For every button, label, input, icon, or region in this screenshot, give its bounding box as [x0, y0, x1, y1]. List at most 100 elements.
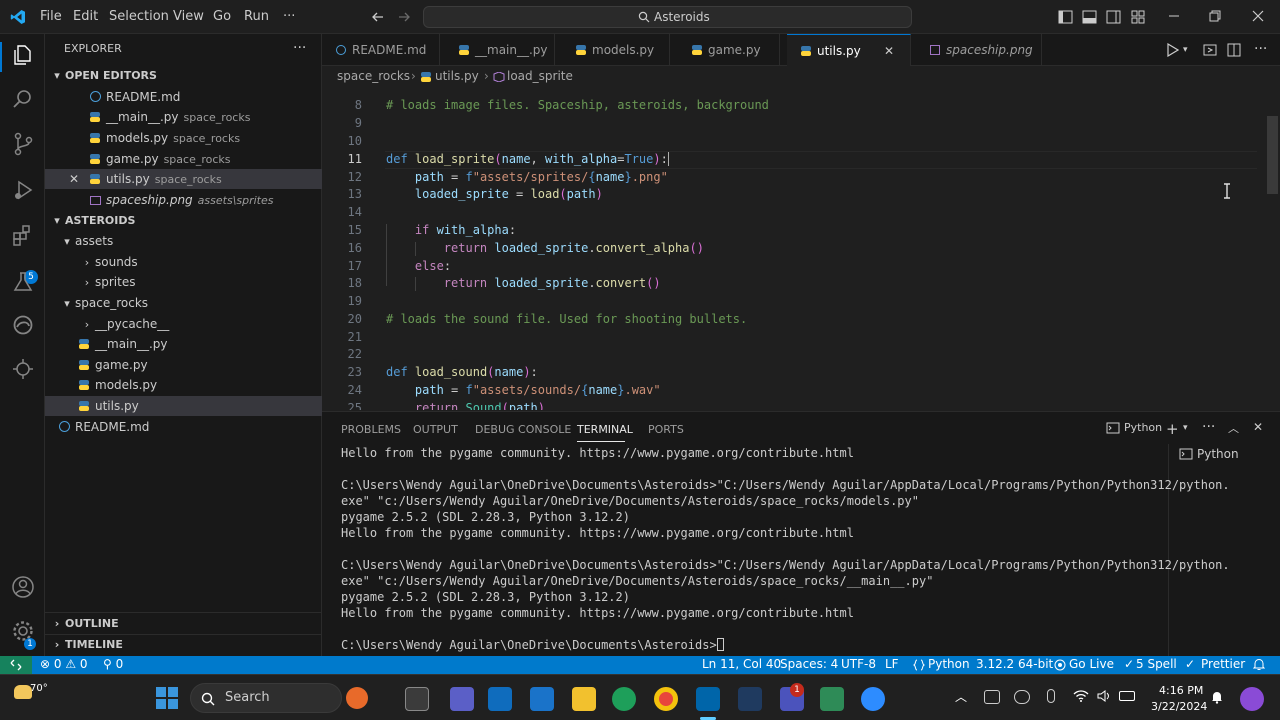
terminal-app-icon[interactable] — [738, 687, 762, 711]
terminal-shell-label[interactable]: Python — [1124, 421, 1162, 434]
command-center-search[interactable]: Asteroids — [423, 6, 912, 28]
toggle-panel-icon[interactable] — [1082, 10, 1097, 24]
task-view-icon[interactable] — [405, 687, 429, 711]
terminal-list-item[interactable]: Python — [1197, 447, 1239, 461]
show-hidden-icons-chevron-icon[interactable]: ︿ — [955, 688, 967, 705]
panel-tab-problems[interactable]: PROBLEMS — [341, 423, 401, 436]
menu-go[interactable]: Go — [213, 9, 231, 24]
panel-more-icon[interactable]: ··· — [1202, 419, 1215, 435]
wifi-icon[interactable] — [1073, 689, 1089, 703]
go-live-button[interactable]: Go Live — [1069, 657, 1114, 671]
menu-selection[interactable]: Selection — [109, 9, 169, 24]
volume-icon[interactable] — [1097, 689, 1113, 703]
notification-bell-icon[interactable] — [1211, 690, 1223, 704]
run-debug-icon[interactable] — [10, 177, 36, 203]
notepad-icon[interactable] — [820, 687, 844, 711]
code-editor[interactable]: 8 9 10 11 12 13 14 15 16 17 18 19 20 21 … — [322, 88, 1280, 410]
maximize-panel-icon[interactable]: ︿ — [1228, 420, 1239, 436]
toggle-secondary-sidebar-icon[interactable] — [1106, 10, 1121, 24]
editor-scrollbar[interactable] — [1267, 116, 1278, 194]
taskbar-search-box[interactable]: Search — [190, 683, 342, 713]
testing-icon[interactable] — [10, 269, 36, 295]
panel-tab-ports[interactable]: PORTS — [648, 423, 684, 436]
edge-devtools-icon[interactable] — [10, 312, 36, 338]
tab-models[interactable]: models.py — [562, 34, 670, 66]
workspace-header[interactable]: ▾ ASTEROIDS — [45, 211, 322, 231]
ports-status[interactable]: ⚲ 0 — [103, 657, 123, 671]
cursor-position[interactable]: Ln 11, Col 40 — [702, 657, 781, 671]
prettier-status[interactable]: Prettier — [1201, 657, 1245, 671]
folder-pycache[interactable]: › __pycache__ — [45, 314, 322, 334]
spell-checker-status[interactable]: 5 Spell — [1136, 657, 1177, 671]
edge-browser-icon[interactable] — [612, 687, 636, 711]
toggle-sidebar-icon[interactable] — [1058, 10, 1073, 24]
back-arrow-icon[interactable] — [371, 10, 385, 24]
encoding-status[interactable]: UTF-8 — [841, 657, 876, 671]
problems-status[interactable]: ⊗ 0 ⚠ 0 — [40, 657, 88, 671]
microphone-icon[interactable] — [1047, 689, 1055, 703]
restore-icon[interactable] — [1209, 10, 1221, 22]
file-readme[interactable]: README.md — [45, 417, 322, 437]
extensions-icon[interactable] — [10, 223, 36, 249]
open-editor-game[interactable]: game.py space_rocks — [45, 149, 322, 169]
search-highlight-basketball-icon[interactable] — [346, 687, 368, 709]
folder-space-rocks[interactable]: ▾ space_rocks — [45, 293, 322, 313]
microsoft-store-icon[interactable] — [488, 687, 512, 711]
source-control-icon[interactable] — [10, 131, 36, 157]
folder-sounds[interactable]: › sounds — [45, 252, 322, 272]
file-models[interactable]: models.py — [45, 375, 322, 395]
tab-utils[interactable]: utils.py ✕ — [787, 34, 911, 66]
tab-readme[interactable]: README.md — [322, 34, 440, 66]
mail-icon[interactable] — [530, 687, 554, 711]
close-panel-icon[interactable]: ✕ — [1253, 420, 1263, 434]
menu-more[interactable]: ··· — [283, 9, 295, 24]
sync-icon[interactable] — [1014, 690, 1030, 704]
clock-date[interactable]: 3/22/2024 — [1151, 700, 1207, 713]
tray-app-icon[interactable] — [984, 690, 1000, 704]
search-view-icon[interactable] — [10, 86, 36, 112]
clock-time[interactable]: 4:16 PM — [1159, 684, 1203, 697]
open-editor-main[interactable]: __main__.py space_rocks — [45, 107, 322, 127]
tab-main[interactable]: __main__.py — [445, 34, 555, 66]
breadcrumb-folder[interactable]: space_rocks — [337, 69, 410, 83]
copilot-icon[interactable] — [1240, 687, 1264, 711]
run-file-icon[interactable] — [1167, 43, 1179, 57]
folder-sprites[interactable]: › sprites — [45, 272, 322, 292]
eol-status[interactable]: LF — [885, 657, 899, 671]
indentation-status[interactable]: Spaces: 4 — [780, 657, 838, 671]
open-editor-models[interactable]: models.py space_rocks — [45, 128, 322, 148]
customize-layout-icon[interactable] — [1131, 10, 1146, 24]
minimize-icon[interactable] — [1168, 9, 1180, 23]
tab-spaceship[interactable]: spaceship.png — [916, 34, 1042, 66]
menu-view[interactable]: View — [173, 9, 204, 24]
forward-arrow-icon[interactable] — [397, 10, 411, 24]
open-editor-spaceship[interactable]: spaceship.png assets\sprites — [45, 190, 322, 210]
close-window-icon[interactable] — [1252, 10, 1264, 22]
remote-indicator[interactable] — [0, 656, 32, 674]
panel-tab-output[interactable]: OUTPUT — [413, 423, 458, 436]
tab-game[interactable]: game.py — [678, 34, 780, 66]
file-main[interactable]: __main__.py — [45, 334, 322, 354]
chrome-icon[interactable] — [654, 687, 678, 711]
python-interpreter[interactable]: 3.12.2 64-bit — [976, 657, 1053, 671]
panel-tab-debug-console[interactable]: DEBUG CONSOLE — [475, 423, 571, 436]
open-editor-utils[interactable]: ✕ utils.py space_rocks — [45, 169, 322, 189]
folder-assets[interactable]: ▾ assets — [45, 231, 322, 251]
explorer-icon[interactable] — [10, 42, 36, 68]
vscode-taskbar-icon[interactable] — [696, 687, 720, 711]
breadcrumb-symbol[interactable]: load_sprite — [507, 69, 573, 83]
battery-icon[interactable] — [1119, 691, 1135, 701]
timeline-header[interactable]: › TIMELINE — [45, 635, 322, 655]
windows-start-icon[interactable] — [155, 686, 179, 710]
chevron-down-icon[interactable]: ▾ — [1183, 45, 1188, 55]
file-utils[interactable]: utils.py — [45, 396, 322, 416]
explorer-more-icon[interactable]: ··· — [293, 40, 306, 56]
breadcrumb-file[interactable]: utils.py — [435, 69, 479, 83]
outline-header[interactable]: › OUTLINE — [45, 614, 322, 634]
notifications-bell-icon[interactable] — [1253, 658, 1265, 671]
file-game[interactable]: game.py — [45, 355, 322, 375]
terminal-prompt[interactable]: C:\Users\Wendy Aguilar\OneDrive\Document… — [341, 638, 724, 652]
new-terminal-icon[interactable]: + — [1166, 420, 1179, 438]
teams-icon[interactable] — [450, 687, 474, 711]
split-editor-icon[interactable] — [1227, 43, 1241, 57]
